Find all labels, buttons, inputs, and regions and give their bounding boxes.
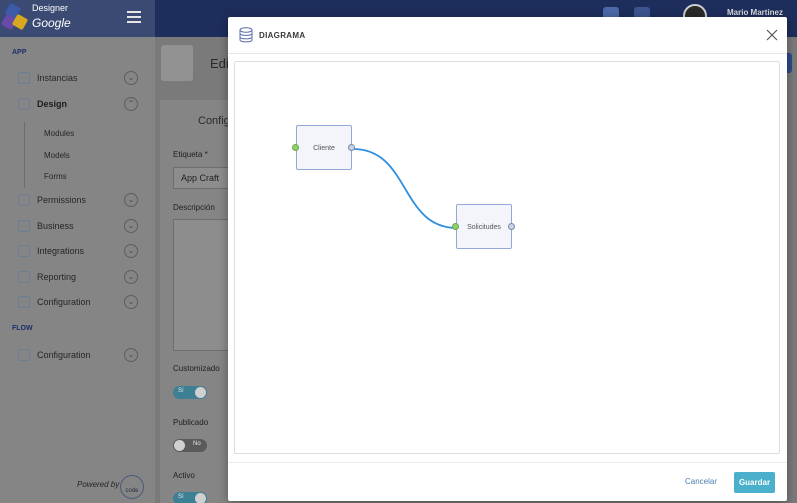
tools-icon (18, 245, 30, 257)
sidebar-item-label: Instancias (37, 73, 78, 83)
sidebar-item-flow-configuration[interactable]: Configuration ⌄ (0, 345, 155, 365)
chevron-down-icon[interactable]: ⌄ (124, 219, 138, 233)
publicado-toggle[interactable]: No (173, 439, 207, 452)
toggle-label: Sí (178, 494, 184, 500)
sidebar-item-label: Reporting (37, 272, 77, 282)
sidebar-item-label: Configuration (37, 297, 91, 307)
chevron-down-icon[interactable]: ⌄ (124, 295, 138, 309)
node-input-port[interactable] (292, 144, 299, 151)
sidebar-item-configuration[interactable]: Configuration ⌄ (0, 292, 155, 312)
connection-line[interactable] (352, 148, 458, 229)
chevron-down-icon[interactable]: ⌄ (124, 193, 138, 207)
diagram-modal: DIAGRAMA Cliente Solicitudes Cancelar Gu… (228, 17, 787, 501)
sidebar-subitem-modules[interactable]: Modules (44, 129, 74, 138)
toggle-knob (195, 493, 206, 503)
sidebar-item-label: Integrations (37, 246, 85, 256)
connection-layer (352, 148, 458, 229)
laptop-icon (161, 45, 193, 81)
activo-toggle[interactable]: Sí (173, 492, 207, 503)
sidebar: APP Instancias ⌄ Design ⌃ Modules Models… (0, 37, 155, 503)
section-label-app: APP (12, 49, 27, 56)
chevron-down-icon[interactable]: ⌄ (124, 71, 138, 85)
sidebar-subitem-models[interactable]: Models (44, 151, 70, 160)
chevron-down-icon[interactable]: ⌄ (124, 244, 138, 258)
diagram-node-solicitudes[interactable]: Solicitudes (456, 204, 512, 249)
etiqueta-value: App Craft (181, 173, 220, 183)
brand-subtitle: Google (32, 16, 71, 30)
node-output-port[interactable] (348, 144, 355, 151)
modal-title: DIAGRAMA (259, 31, 306, 40)
database-icon (239, 27, 253, 43)
sidebar-item-design[interactable]: Design ⌃ (0, 94, 155, 114)
chart-icon (18, 98, 30, 110)
gear-icon (18, 296, 30, 308)
sidebar-item-label: Configuration (37, 350, 91, 360)
modal-footer: Cancelar Guardar (228, 462, 787, 501)
chevron-down-icon[interactable]: ⌄ (124, 348, 138, 362)
sidebar-item-integrations[interactable]: Integrations ⌄ (0, 241, 155, 261)
toggle-knob (195, 387, 206, 398)
node-output-port[interactable] (508, 223, 515, 230)
sidebar-item-label: Business (37, 221, 74, 231)
lock-icon (18, 194, 30, 206)
activo-label: Activo (173, 471, 195, 480)
customizado-label: Customizado (173, 364, 220, 373)
node-label: Cliente (313, 145, 335, 152)
sidebar-item-label: Permissions (37, 195, 87, 205)
cube-icon (18, 349, 30, 361)
menu-icon[interactable] (127, 11, 141, 23)
diagram-canvas[interactable]: Cliente Solicitudes (234, 61, 780, 454)
briefcase-icon (18, 220, 30, 232)
cube-icon (18, 72, 30, 84)
node-label: Solicitudes (467, 224, 501, 231)
chevron-down-icon[interactable]: ⌄ (124, 270, 138, 284)
toggle-label: No (193, 441, 201, 447)
descripcion-field[interactable] (173, 219, 233, 351)
etiqueta-label: Etiqueta * (173, 150, 208, 159)
descripcion-label: Descripción (173, 203, 215, 212)
user-name[interactable]: Mario Martinez (727, 8, 783, 17)
sidebar-item-reporting[interactable]: Reporting ⌄ (0, 267, 155, 287)
section-label-flow: FLOW (12, 325, 33, 332)
diagram-node-cliente[interactable]: Cliente (296, 125, 352, 170)
publicado-label: Publicado (173, 418, 209, 427)
sidebar-item-label: Design (37, 99, 68, 109)
sidebar-item-instancias[interactable]: Instancias ⌄ (0, 68, 155, 88)
sidebar-item-permissions[interactable]: Permissions ⌄ (0, 190, 155, 210)
cancel-button[interactable]: Cancelar (685, 477, 717, 486)
chevron-up-icon[interactable]: ⌃ (124, 97, 138, 111)
close-icon[interactable] (766, 29, 778, 41)
powered-by-text: Powered by (77, 480, 120, 489)
toggle-label: Sí (178, 388, 184, 394)
etiqueta-field[interactable]: App Craft (173, 167, 233, 189)
sidebar-item-business[interactable]: Business ⌄ (0, 216, 155, 236)
cloud-code-logo: code (120, 475, 144, 499)
submenu-line (24, 122, 25, 188)
modal-header: DIAGRAMA (228, 17, 787, 54)
sidebar-subitem-forms[interactable]: Forms (44, 172, 67, 181)
brand-title: Designer (32, 3, 69, 13)
bar-chart-icon (18, 271, 30, 283)
toggle-knob (174, 440, 185, 451)
save-button[interactable]: Guardar (734, 472, 775, 493)
node-input-port[interactable] (452, 223, 459, 230)
customizado-toggle[interactable]: Sí (173, 386, 207, 399)
